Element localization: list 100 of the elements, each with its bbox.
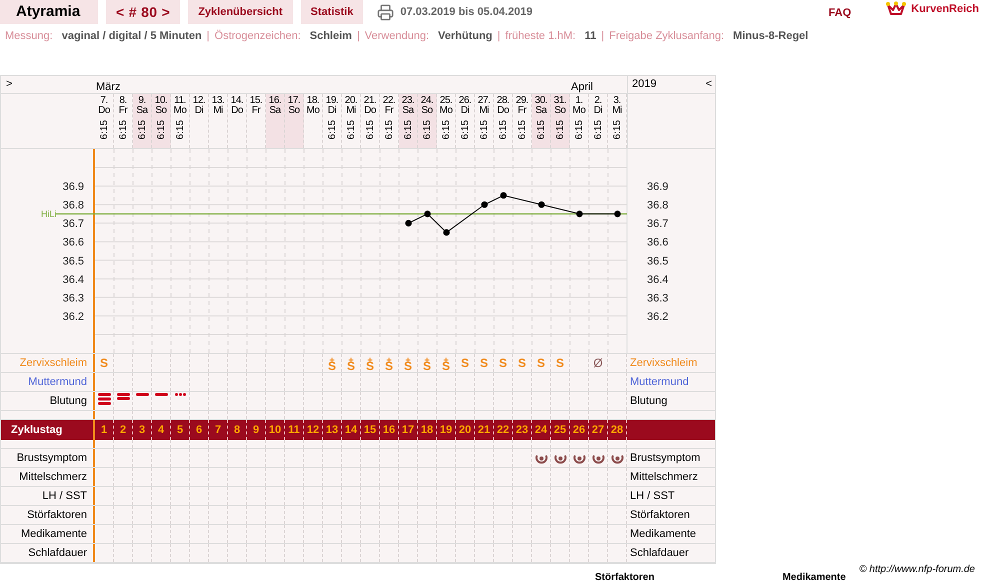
info-label: Verwendung: [364, 28, 430, 44]
measure-time: 6:15 [326, 120, 338, 140]
measure-time: 6:15 [592, 120, 604, 140]
day-date: 14. [230, 96, 244, 106]
mucus-mark: S [536, 360, 545, 366]
cycle-day-number: 11 [288, 422, 300, 438]
mucus-mark: S [100, 360, 108, 366]
temperature-point [576, 210, 583, 218]
day-date: 10. [154, 96, 168, 106]
day-date: 18. [306, 96, 320, 106]
cycle-day-number: 3 [138, 422, 146, 438]
row-label: LH / SST [42, 488, 87, 504]
measure-time: 6:15 [554, 120, 566, 140]
day-date: 9. [138, 96, 146, 106]
logo-icon [885, 1, 908, 17]
temperature-point [538, 201, 545, 208]
day-weekday: Mi [479, 106, 489, 116]
cycle-day-number: 16 [382, 422, 396, 438]
day-date: 19. [326, 96, 338, 106]
day-weekday: Mi [346, 106, 356, 116]
scale-label: 36.5 [647, 255, 668, 268]
day-date: 16. [268, 96, 282, 106]
scale-label: 36.6 [647, 236, 668, 249]
day-date: 22. [382, 96, 396, 106]
temperature-point [481, 201, 488, 208]
day-date: 15. [250, 96, 262, 106]
row-label: Blutung [50, 394, 87, 409]
separator: | [497, 28, 500, 44]
day-date: 7. [100, 96, 108, 106]
measure-time: 6:15 [440, 120, 452, 140]
scale-label: 36.3 [647, 292, 668, 304]
day-weekday: Fr [252, 106, 260, 116]
cycle-day-number: 12 [306, 422, 320, 438]
mucus-mark: S [480, 360, 488, 366]
scale-label: 36.9 [647, 181, 668, 194]
cycle-day-number: 25 [554, 422, 566, 438]
row-label: Zyklustag [11, 422, 62, 438]
day-weekday: Mo [174, 106, 186, 116]
info-value: Minus-8-Regel [733, 28, 808, 44]
info-label: Freigabe Zyklusanfang: [609, 28, 724, 44]
tick-label: 36.5 [62, 255, 84, 268]
mucus-mark: +S [442, 356, 450, 370]
bleeding-icon [154, 393, 168, 396]
printer-icon[interactable] [377, 4, 394, 20]
day-weekday: Mo [440, 106, 452, 116]
spotting-icon [174, 393, 186, 396]
expand-button[interactable]: > [6, 79, 12, 90]
row-label: Muttermund [28, 374, 87, 390]
info-value: Verhütung [438, 28, 492, 44]
nav-tab[interactable]: Statistik [300, 0, 364, 24]
row-label: Brustsymptom [16, 450, 87, 466]
row-label: Mittelschmerz [19, 470, 87, 485]
day-weekday: Do [98, 106, 110, 116]
measure-time: 6:15 [118, 120, 128, 140]
temperature-point [405, 220, 412, 226]
separator: | [601, 28, 604, 44]
bleeding-icon [136, 393, 148, 396]
separator: | [356, 28, 360, 44]
scale-label: 36.8 [647, 200, 668, 212]
row-label: Störfaktoren [27, 508, 87, 523]
mucus-mark: S [498, 360, 507, 366]
mucus-mark: +S [328, 356, 336, 370]
cycle-day-number: 28 [610, 422, 624, 438]
row-label: Störfaktoren [630, 508, 690, 523]
measure-time: 6:15 [174, 120, 186, 140]
tick-label: 36.4 [62, 274, 84, 286]
day-weekday: So [288, 106, 300, 116]
faq-link[interactable]: FAQ [828, 4, 852, 21]
measure-time: 6:15 [498, 120, 508, 140]
day-weekday: Di [194, 106, 204, 116]
cycle-day-number: 6 [196, 422, 202, 438]
day-weekday: Mo [572, 106, 586, 116]
info-value: Schleim [310, 28, 352, 44]
day-date: 8. [119, 96, 127, 106]
mucus-mark: S [460, 360, 469, 366]
mucus-mark: +S [366, 356, 374, 370]
user-name-tab[interactable]: Atyramia [0, 0, 98, 24]
day-weekday: So [421, 106, 433, 116]
measure-time: 6:15 [574, 120, 584, 140]
cycle-day-number: 8 [234, 422, 240, 438]
cycle-day-number: 18 [420, 422, 434, 438]
day-date: 2. [594, 96, 602, 106]
day-date: 26. [458, 96, 472, 106]
temperature-point [443, 229, 450, 236]
cycle-nav-tab[interactable]: < # 80 > [106, 0, 180, 24]
row-label: Mittelschmerz [630, 470, 698, 485]
day-date: 24. [420, 96, 434, 106]
strong-bleeding-icon [116, 393, 130, 400]
day-weekday: Mi [213, 106, 223, 116]
tick-label: 36.2 [62, 310, 84, 323]
separator: | [206, 28, 210, 44]
day-date: 23. [402, 96, 414, 106]
day-weekday: Do [497, 106, 509, 116]
collapse-button[interactable]: < [706, 79, 712, 90]
cycle-day-number: 15 [364, 422, 376, 438]
day-date: 30. [534, 96, 548, 106]
nav-tab[interactable]: Zyklenübersicht [188, 0, 293, 24]
day-weekday: Fr [118, 106, 128, 116]
cycle-day-number: 20 [458, 422, 472, 438]
tick-label: 36.8 [62, 200, 84, 212]
